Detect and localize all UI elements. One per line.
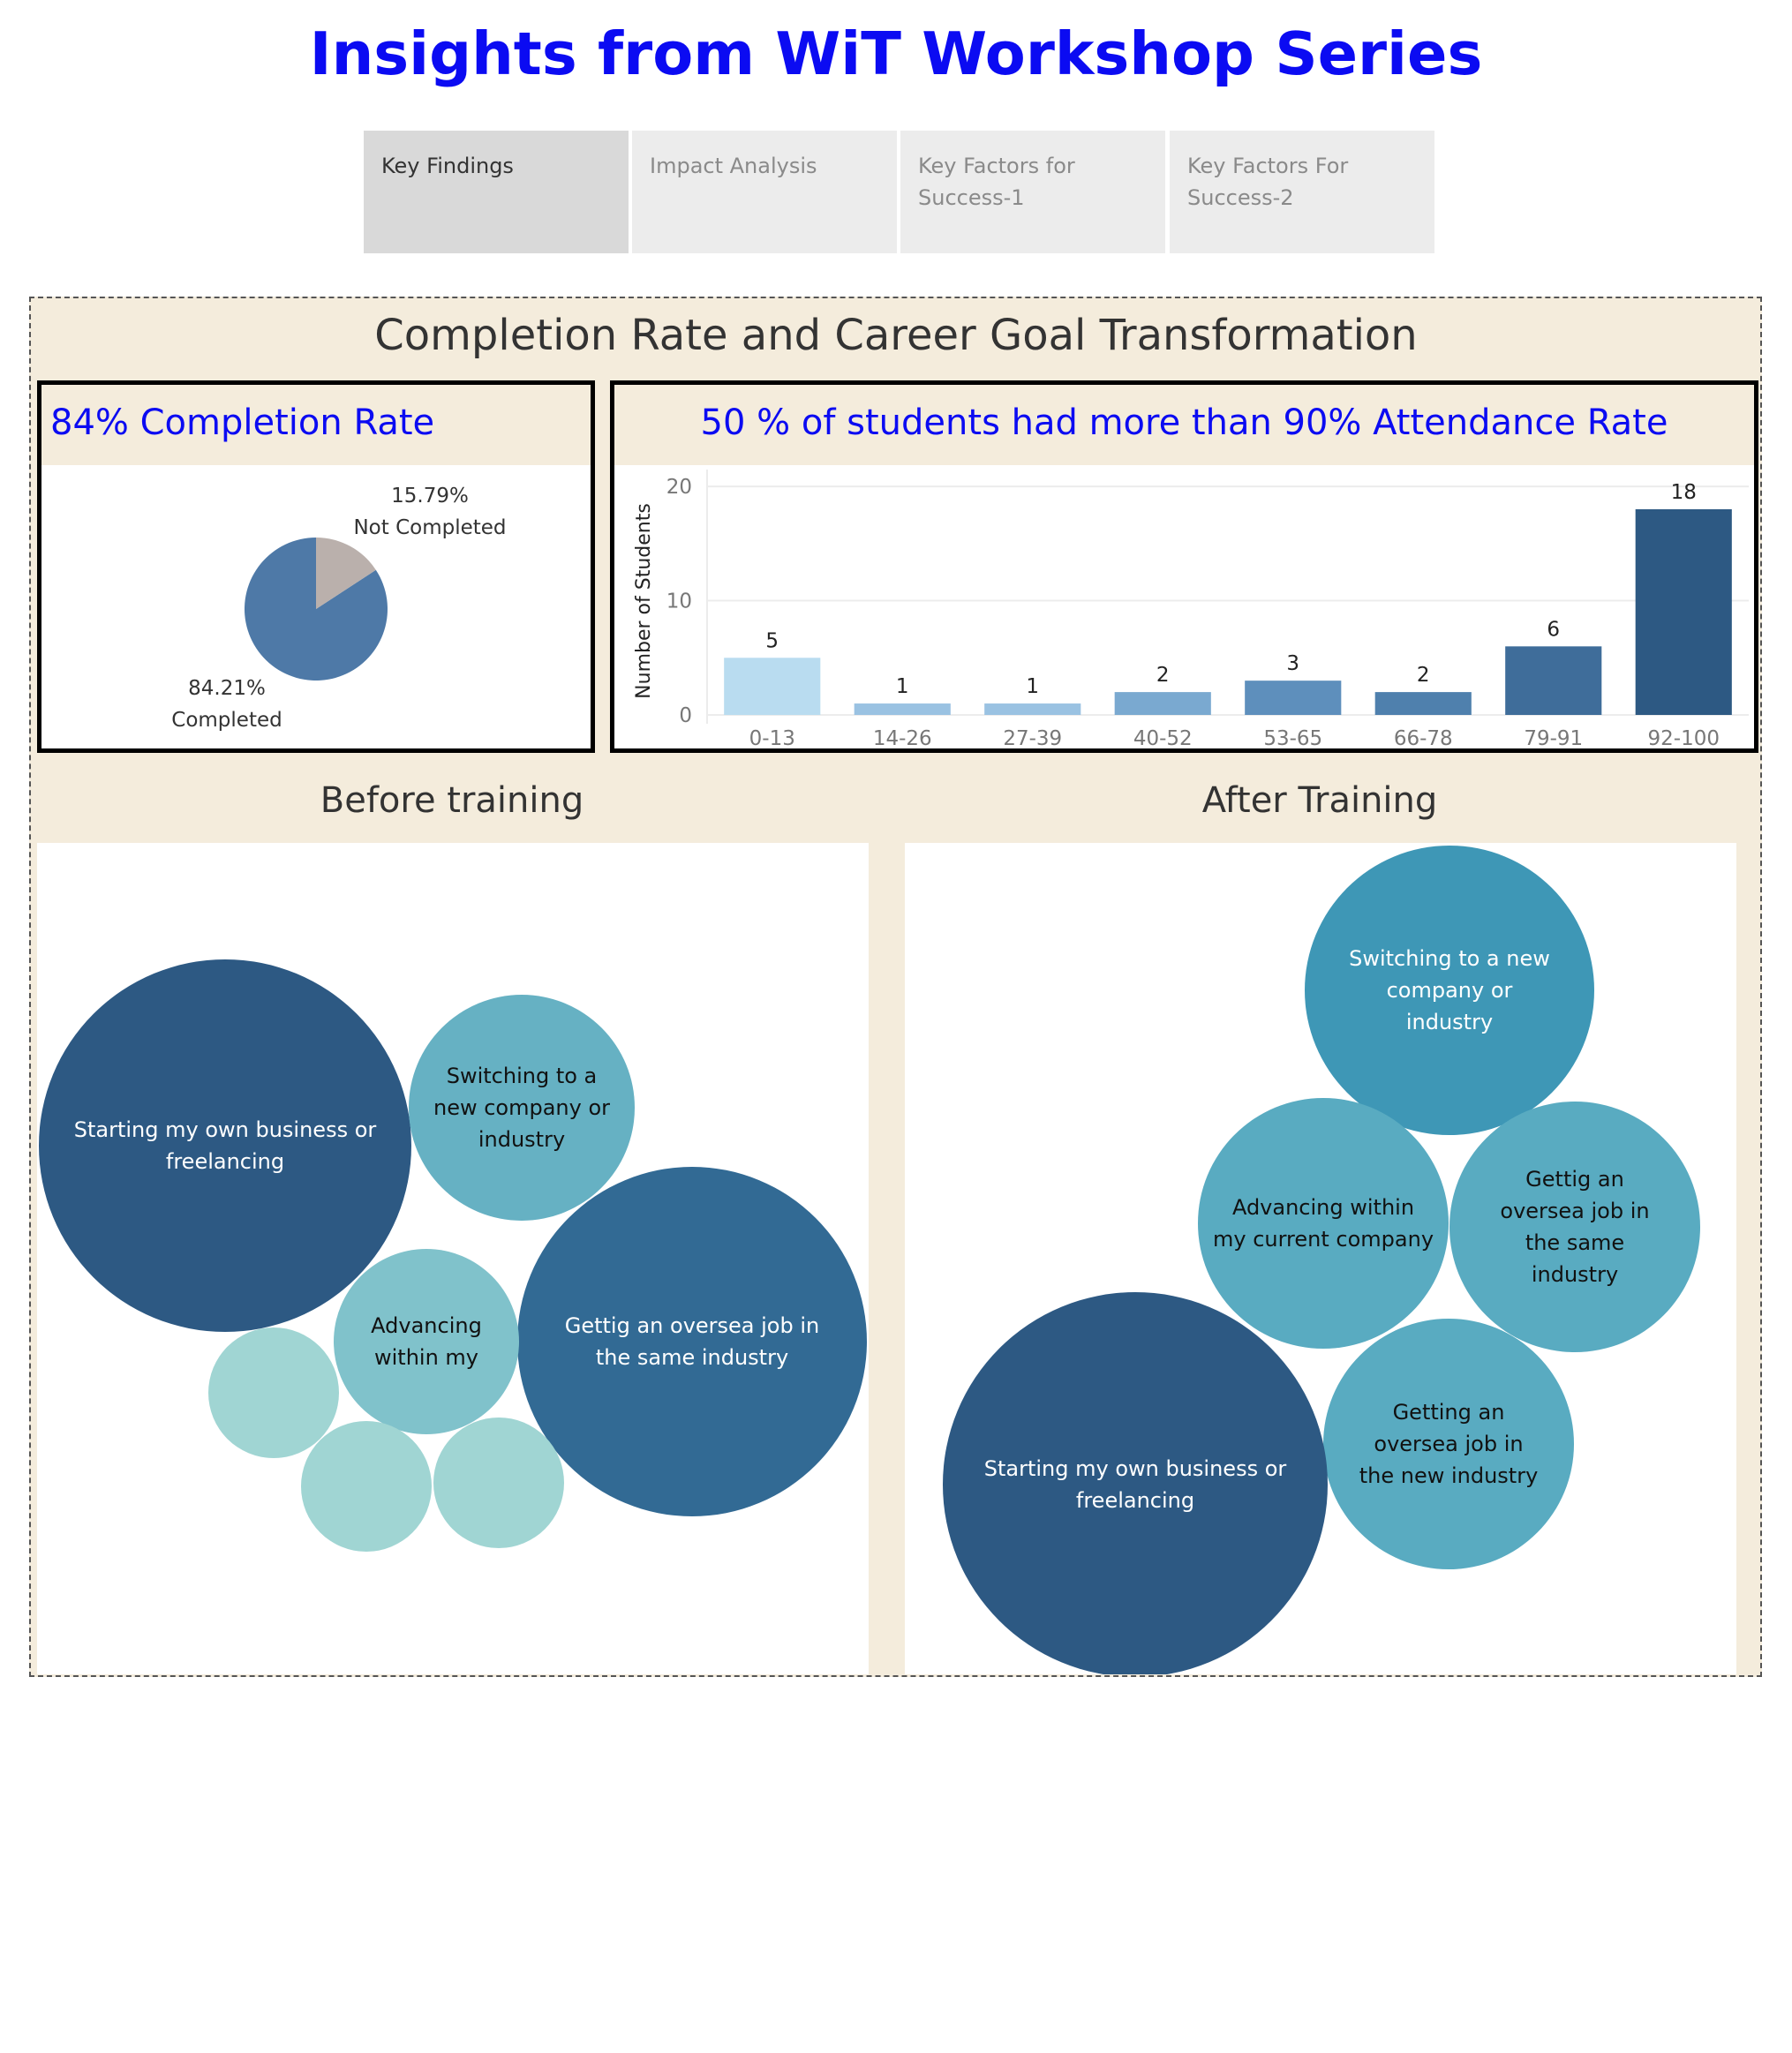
after-bubble-5[interactable] [943, 1292, 1328, 1677]
after-bubble-2[interactable] [1198, 1098, 1449, 1349]
y-axis-label: Number of Students [633, 503, 655, 699]
before-bubble-chart: Starting my own business or freelancingSw… [39, 959, 867, 1552]
y-tick-label: 10 [666, 590, 692, 613]
after-training-title: After Training [1201, 780, 1438, 821]
bar-66-78[interactable] [1374, 692, 1472, 715]
tab-impact-analysis[interactable]: Impact Analysis [632, 131, 897, 253]
after-bubble-3[interactable] [1449, 1102, 1700, 1352]
before-bubble-1[interactable] [39, 959, 411, 1332]
bar-chart-area: 0 10 20 Number of Students 5 0-13 1 14-26 1 27-39… [614, 465, 1754, 750]
pie-category-label: Completed [171, 709, 282, 732]
pie-chart: 84.21% Completed 15.79% Not Completed [171, 485, 506, 732]
x-tick-label: 92-100 [1648, 727, 1720, 748]
tab-key-findings[interactable]: Key Findings [364, 131, 629, 253]
completion-panel: 84% Completion Rate 84.21% Completed 15.79… [37, 380, 595, 753]
after-training-chart: Switching to a new company or industry Adva… [905, 843, 1736, 1677]
x-tick-label: 27-39 [1003, 727, 1062, 748]
bar-92-100[interactable] [1635, 508, 1732, 715]
after-bubble-chart: Switching to a new company or industryAdva… [943, 846, 1700, 1677]
bar-value-label: 2 [1156, 664, 1170, 687]
bar-79-91[interactable] [1505, 646, 1602, 715]
bar-value-label: 18 [1671, 481, 1697, 504]
bar-chart: 0 10 20 Number of Students 5 0-13 1 14-26 1 27-39… [633, 470, 1749, 750]
bar-14-26[interactable] [854, 703, 951, 715]
tab-key-factors-2[interactable]: Key Factors For Success-2 [1170, 131, 1434, 253]
pie-value-label: 15.79% [391, 485, 469, 508]
before-training-title: Before training [320, 780, 584, 821]
bar-value-label: 2 [1417, 664, 1430, 687]
x-tick-label: 79-91 [1524, 727, 1583, 748]
bar-53-65[interactable] [1245, 681, 1342, 715]
x-tick-label: 53-65 [1263, 727, 1322, 748]
attendance-panel: 50 % of students had more than 90% Atten… [610, 380, 1758, 753]
x-tick-label: 66-78 [1394, 727, 1453, 748]
bar-0-13[interactable] [724, 658, 821, 715]
before-bubble-5[interactable] [208, 1327, 339, 1458]
bar-value-label: 6 [1547, 618, 1560, 641]
bar-value-label: 1 [896, 675, 909, 698]
pie-value-label: 84.21% [188, 677, 266, 700]
bar-chart-title: 50 % of students had more than 90% Atten… [700, 402, 1668, 443]
page-title: Insights from WiT Workshop Series [309, 19, 1483, 88]
x-tick-label: 40-52 [1133, 727, 1193, 748]
y-tick-label: 20 [666, 476, 692, 499]
x-tick-label: 14-26 [873, 727, 932, 748]
tab-key-factors-1[interactable]: Key Factors for Success-1 [900, 131, 1165, 253]
pie-chart-area: 84.21% Completed 15.79% Not Completed [41, 465, 591, 748]
x-tick-label: 0-13 [749, 727, 795, 748]
before-bubble-6[interactable] [301, 1421, 432, 1552]
bar-40-52[interactable] [1114, 692, 1211, 715]
dashboard-title: Completion Rate and Career Goal Transfor… [374, 311, 1418, 360]
tab-bar: Key Findings Impact Analysis Key Factors… [364, 131, 1434, 253]
bar-27-39[interactable] [984, 703, 1081, 715]
bar-value-label: 3 [1286, 652, 1299, 675]
pie-category-label: Not Completed [353, 516, 506, 539]
before-bubble-7[interactable] [433, 1418, 564, 1548]
y-tick-label: 0 [679, 704, 692, 727]
bar-value-label: 1 [1026, 675, 1039, 698]
before-training-chart: Starting my own business or freelancing Sw… [37, 843, 869, 1674]
before-bubble-3[interactable] [517, 1167, 867, 1516]
pie-chart-title: 84% Completion Rate [50, 402, 435, 443]
before-bubble-4[interactable] [334, 1249, 519, 1434]
bar-value-label: 5 [765, 629, 779, 652]
